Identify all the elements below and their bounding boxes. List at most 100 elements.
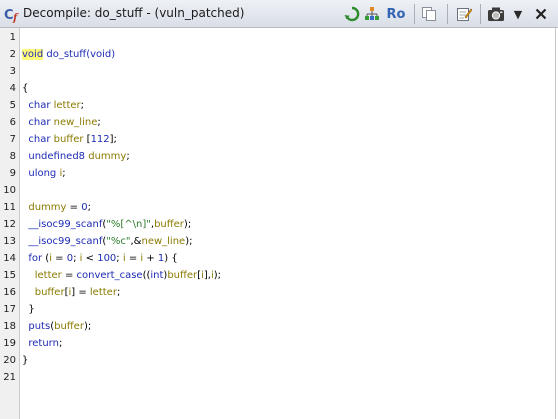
code-text[interactable]: ulong i; bbox=[22, 166, 65, 182]
code-token[interactable]: new_line bbox=[54, 117, 98, 128]
code-line[interactable]: 1 bbox=[0, 30, 520, 46]
code-line[interactable]: 12 __isoc99_scanf("%[^\n]",buffer); bbox=[0, 217, 520, 233]
code-text[interactable]: char new_line; bbox=[22, 115, 100, 131]
code-token[interactable]: ; bbox=[62, 168, 65, 179]
code-text[interactable]: char buffer [112]; bbox=[22, 132, 117, 148]
code-token[interactable]: ; bbox=[117, 287, 120, 298]
menu-dropdown-button[interactable]: ▼ bbox=[510, 4, 526, 24]
code-text[interactable]: undefined8 dummy; bbox=[22, 149, 129, 165]
code-token[interactable]: buffer bbox=[167, 270, 197, 281]
code-token[interactable]: buffer bbox=[22, 287, 65, 298]
code-text[interactable]: __isoc99_scanf("%[^\n]",buffer); bbox=[22, 217, 191, 233]
code-token[interactable]: void bbox=[22, 49, 44, 60]
code-token[interactable]: convert_case bbox=[77, 270, 143, 281]
code-token[interactable]: return bbox=[22, 338, 59, 349]
code-token[interactable]: ); bbox=[185, 236, 192, 247]
code-token[interactable]: ; bbox=[59, 338, 62, 349]
code-token[interactable]: puts bbox=[22, 321, 50, 332]
code-line[interactable]: 21 bbox=[0, 370, 520, 386]
code-token[interactable]: letter bbox=[22, 270, 62, 281]
code-text[interactable]: for (i = 0; i < 100; i = i + 1) { bbox=[22, 251, 177, 267]
code-token[interactable]: for bbox=[22, 253, 45, 264]
code-text[interactable]: void do_stuff(void) bbox=[22, 47, 115, 63]
code-token[interactable]: = bbox=[52, 253, 67, 264]
code-token[interactable]: (void) bbox=[86, 49, 115, 60]
code-line[interactable]: 6 char new_line; bbox=[0, 115, 520, 131]
code-token[interactable]: = bbox=[126, 253, 141, 264]
code-token[interactable]: char bbox=[22, 100, 54, 111]
code-line[interactable]: 18 puts(buffer); bbox=[0, 319, 520, 335]
code-text[interactable]: } bbox=[22, 302, 34, 318]
export-graph-button[interactable] bbox=[363, 4, 381, 24]
code-token[interactable]: 112 bbox=[91, 134, 110, 145]
code-token[interactable]: ; bbox=[81, 100, 84, 111]
code-token[interactable]: "%[^\n]" bbox=[106, 219, 151, 230]
code-token[interactable]: buffer bbox=[54, 321, 84, 332]
code-line[interactable]: 3 bbox=[0, 64, 520, 80]
code-line[interactable]: 7 char buffer [112]; bbox=[0, 132, 520, 148]
code-token[interactable]: __isoc99_scanf bbox=[22, 236, 102, 247]
code-token[interactable]: buffer bbox=[54, 134, 87, 145]
code-token[interactable]: ]; bbox=[110, 134, 117, 145]
code-line[interactable]: 19 return; bbox=[0, 336, 520, 352]
code-line[interactable]: 17 } bbox=[0, 302, 520, 318]
code-token[interactable]: __isoc99_scanf bbox=[22, 219, 102, 230]
code-token[interactable]: ; bbox=[126, 151, 129, 162]
code-token[interactable]: } bbox=[22, 355, 28, 366]
close-button[interactable] bbox=[532, 4, 550, 24]
code-line[interactable]: 20} bbox=[0, 353, 520, 369]
code-line[interactable]: 9 ulong i; bbox=[0, 166, 520, 182]
code-token[interactable]: } bbox=[22, 304, 34, 315]
code-line[interactable]: 14 for (i = 0; i < 100; i = i + 1) { bbox=[0, 251, 520, 267]
code-line[interactable]: 10 bbox=[0, 183, 520, 199]
code-token[interactable]: + bbox=[143, 253, 158, 264]
code-text[interactable]: return; bbox=[22, 336, 62, 352]
code-token[interactable]: dummy bbox=[88, 151, 126, 162]
code-token[interactable]: ); bbox=[214, 270, 221, 281]
code-token[interactable]: ulong bbox=[22, 168, 59, 179]
decompiler-editor[interactable]: 1 2 void do_stuff(void) 3 4{5 char letter; 6 … bbox=[0, 28, 558, 419]
code-token[interactable]: char bbox=[22, 117, 54, 128]
code-token[interactable]: ] = bbox=[71, 287, 90, 298]
code-text[interactable]: letter = convert_case((int)buffer[i],i); bbox=[22, 268, 221, 284]
code-token[interactable]: ; bbox=[88, 202, 91, 213]
code-text[interactable]: puts(buffer); bbox=[22, 319, 91, 335]
code-token[interactable]: "%c" bbox=[106, 236, 130, 247]
code-text[interactable]: buffer[i] = letter; bbox=[22, 285, 121, 301]
code-text[interactable]: { bbox=[22, 81, 28, 97]
code-token[interactable]: ], bbox=[204, 270, 211, 281]
code-token[interactable]: int bbox=[150, 270, 163, 281]
code-line[interactable]: 13 __isoc99_scanf("%c",&new_line); bbox=[0, 234, 520, 250]
refresh-button[interactable] bbox=[343, 4, 361, 24]
code-token[interactable]: letter bbox=[54, 100, 81, 111]
code-token[interactable]: < bbox=[82, 253, 97, 264]
code-line[interactable]: 5 char letter; bbox=[0, 98, 520, 114]
snapshot-button[interactable] bbox=[486, 4, 506, 24]
copy-button[interactable] bbox=[420, 4, 438, 24]
edit-button[interactable] bbox=[455, 4, 473, 24]
code-token[interactable]: = bbox=[66, 202, 81, 213]
code-token[interactable]: undefined8 bbox=[22, 151, 88, 162]
code-line[interactable]: 11 dummy = 0; bbox=[0, 200, 520, 216]
code-token[interactable]: ; bbox=[97, 117, 100, 128]
code-line[interactable]: 2 void do_stuff(void) bbox=[0, 47, 520, 63]
code-area[interactable]: 1 2 void do_stuff(void) 3 4{5 char letter; 6 … bbox=[0, 28, 556, 419]
code-token[interactable]: do_stuff bbox=[43, 49, 86, 60]
code-line[interactable]: 8 undefined8 dummy; bbox=[0, 149, 520, 165]
code-token[interactable]: char bbox=[22, 134, 54, 145]
code-token[interactable]: new_line bbox=[141, 236, 185, 247]
code-token[interactable]: ,& bbox=[131, 236, 142, 247]
code-text[interactable]: dummy = 0; bbox=[22, 200, 91, 216]
code-token[interactable]: = bbox=[62, 270, 77, 281]
code-token[interactable]: { bbox=[22, 83, 28, 94]
code-text[interactable]: __isoc99_scanf("%c",&new_line); bbox=[22, 234, 192, 250]
read-only-toggle[interactable]: Ro bbox=[385, 4, 407, 24]
code-text[interactable]: } bbox=[22, 353, 28, 369]
code-token[interactable]: 100 bbox=[97, 253, 116, 264]
code-token[interactable]: ) { bbox=[164, 253, 177, 264]
code-token[interactable]: dummy bbox=[22, 202, 66, 213]
code-line[interactable]: 15 letter = convert_case((int)buffer[i],… bbox=[0, 268, 520, 284]
code-token[interactable]: letter bbox=[90, 287, 117, 298]
code-token[interactable]: ); bbox=[84, 321, 91, 332]
code-text[interactable]: char letter; bbox=[22, 98, 84, 114]
